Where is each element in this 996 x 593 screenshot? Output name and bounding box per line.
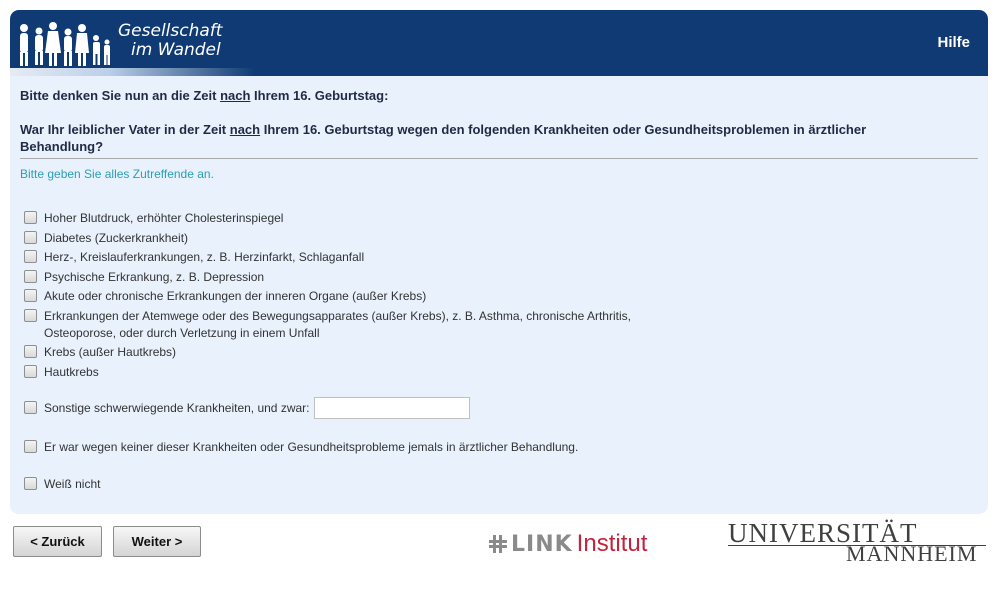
logo-underline-band — [10, 68, 255, 76]
checkbox[interactable] — [24, 231, 37, 244]
option-skin-cancer[interactable]: Hautkrebs — [24, 364, 704, 381]
intro-after: Ihrem 16. Geburtstag: — [250, 88, 389, 103]
checkbox[interactable] — [24, 309, 37, 322]
option-internal-organs[interactable]: Akute oder chronische Erkrankungen der i… — [24, 288, 704, 305]
option-label: Diabetes (Zuckerkrankheit) — [44, 231, 189, 245]
question-before: War Ihr leiblicher Vater in der Zeit — [20, 122, 230, 137]
option-label: Akute oder chronische Erkrankungen der i… — [44, 289, 427, 303]
option-respiratory-musculoskeletal[interactable]: Erkrankungen der Atemwege oder des Beweg… — [24, 308, 704, 342]
checkbox[interactable] — [24, 401, 37, 414]
divider — [20, 158, 978, 159]
checkbox[interactable] — [24, 345, 37, 358]
option-cancer[interactable]: Krebs (außer Hautkrebs) — [24, 344, 704, 361]
intro-text: Bitte denken Sie nun an die Zeit nach Ih… — [20, 88, 388, 103]
option-cardiovascular[interactable]: Herz-, Kreislauferkrankungen, z. B. Herz… — [24, 249, 704, 266]
option-label: Hautkrebs — [44, 365, 99, 379]
option-psychological[interactable]: Psychische Erkrankung, z. B. Depression — [24, 269, 704, 286]
instruction-text: Bitte geben Sie alles Zutreffende an. — [20, 167, 214, 181]
checkbox[interactable] — [24, 477, 37, 490]
other-illness-input[interactable] — [313, 397, 470, 419]
logo-line-2: im Wandel — [131, 40, 221, 60]
back-button[interactable]: < Zurück — [13, 526, 102, 557]
option-none[interactable]: Er war wegen keiner dieser Krankheiten o… — [24, 439, 704, 456]
checkbox[interactable] — [24, 289, 37, 302]
option-high-blood-pressure[interactable]: Hoher Blutdruck, erhöhter Cholesterinspi… — [24, 210, 704, 227]
checkbox[interactable] — [24, 250, 37, 263]
option-label: Weiß nicht — [44, 477, 101, 491]
checkbox[interactable] — [24, 270, 37, 283]
header-banner: Gesellschaft im Wandel Hilfe — [10, 10, 988, 76]
checkbox[interactable] — [24, 211, 37, 224]
option-other[interactable]: Sonstige schwerwiegende Krankheiten, und… — [24, 397, 470, 419]
checkbox[interactable] — [24, 365, 37, 378]
uni-line-2: MANNHEIM — [846, 541, 978, 566]
option-label: Erkrankungen der Atemwege oder des Beweg… — [44, 309, 631, 340]
intro-emphasis: nach — [220, 88, 251, 103]
option-label: Sonstige schwerwiegende Krankheiten, und… — [44, 401, 310, 415]
institut-word: Institut — [576, 530, 648, 557]
people-silhouettes-logo — [20, 22, 110, 66]
intro-before: Bitte denken Sie nun an die Zeit — [20, 88, 221, 103]
next-button[interactable]: Weiter > — [113, 526, 201, 557]
link-word: LINK — [511, 531, 573, 557]
universitaet-mannheim-logo: UNIVERSITÄT MANNHEIM — [728, 520, 986, 565]
option-diabetes[interactable]: Diabetes (Zuckerkrankheit) — [24, 230, 704, 247]
option-label: Hoher Blutdruck, erhöhter Cholesterinspi… — [44, 211, 284, 225]
option-label: Er war wegen keiner dieser Krankheiten o… — [44, 440, 579, 454]
link-hash-icon — [489, 535, 507, 553]
question-emphasis: nach — [229, 122, 261, 137]
logo-text: Gesellschaft im Wandel — [118, 22, 222, 60]
question-text: War Ihr leiblicher Vater in der Zeit nac… — [20, 121, 950, 155]
checkbox[interactable] — [24, 440, 37, 453]
help-link[interactable]: Hilfe — [937, 34, 970, 51]
link-institut-logo: LINK Institut — [488, 530, 647, 558]
option-label: Herz-, Kreislauferkrankungen, z. B. Herz… — [44, 250, 365, 264]
option-label: Krebs (außer Hautkrebs) — [44, 345, 177, 359]
logo-line-1: Gesellschaft — [118, 21, 223, 41]
option-dont-know[interactable]: Weiß nicht — [24, 476, 704, 493]
question-panel: Bitte denken Sie nun an die Zeit nach Ih… — [10, 76, 988, 514]
option-label: Psychische Erkrankung, z. B. Depression — [44, 270, 265, 284]
